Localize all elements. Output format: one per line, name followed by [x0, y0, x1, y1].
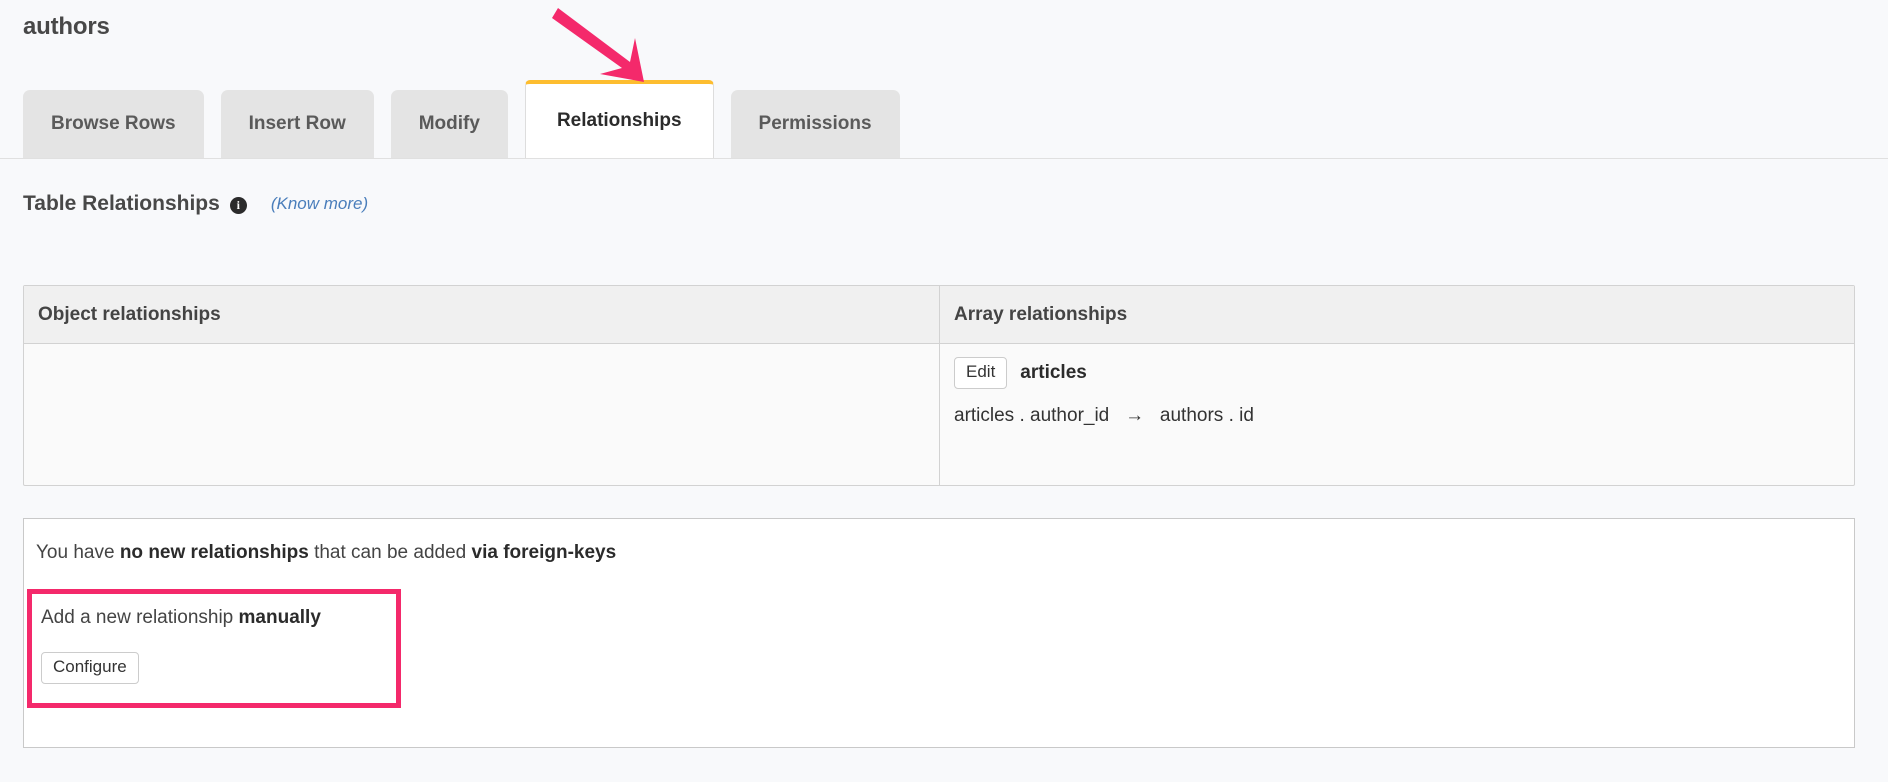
tab-insert-row[interactable]: Insert Row	[221, 90, 374, 158]
foreign-key-note: You have no new relationships that can b…	[36, 542, 616, 564]
tab-label: Modify	[419, 113, 480, 135]
column-header-array-relationships: Array relationships	[940, 286, 1854, 343]
fk-note-bold-no-new-relationships: no new relationships	[120, 542, 309, 563]
relationship-entry-header: Edit articles	[954, 357, 1840, 389]
know-more-link[interactable]: (Know more)	[271, 194, 368, 214]
edit-relationship-button[interactable]: Edit	[954, 357, 1007, 389]
relationship-mapping: articles . author_id → authors . id	[954, 405, 1840, 427]
relationship-name: articles	[1020, 362, 1087, 384]
fk-note-bold-via-foreign-keys: via foreign-keys	[472, 542, 617, 563]
table-row: Edit articles articles . author_id → aut…	[24, 344, 1854, 485]
tab-modify[interactable]: Modify	[391, 90, 508, 158]
annotation-arrow-icon	[540, 0, 660, 90]
configure-button[interactable]: Configure	[41, 652, 139, 684]
tab-label: Permissions	[759, 113, 872, 135]
section-title: Table Relationships	[23, 192, 220, 216]
object-relationships-cell	[24, 344, 940, 485]
tab-relationships[interactable]: Relationships	[525, 80, 714, 158]
add-relationship-manually-highlight: Add a new relationship manually Configur…	[27, 589, 401, 708]
page-title: authors	[23, 13, 110, 41]
table-header-row: Object relationships Array relationships	[24, 286, 1854, 344]
manual-label-bold: manually	[239, 607, 321, 628]
manual-label-prefix: Add a new relationship	[41, 607, 239, 628]
column-header-label: Array relationships	[954, 304, 1127, 326]
tab-label: Browse Rows	[51, 113, 176, 135]
tab-permissions[interactable]: Permissions	[731, 90, 900, 158]
tab-label: Relationships	[557, 110, 682, 132]
info-icon[interactable]: i	[230, 197, 247, 214]
relationships-table: Object relationships Array relationships…	[23, 285, 1855, 486]
tab-label: Insert Row	[249, 113, 346, 135]
relationship-suggestions-panel: You have no new relationships that can b…	[23, 518, 1855, 748]
tab-browse-rows[interactable]: Browse Rows	[23, 90, 204, 158]
section-header: Table Relationships i (Know more)	[23, 192, 368, 216]
add-relationship-manually-label: Add a new relationship manually	[41, 607, 321, 629]
fk-note-prefix: You have	[36, 542, 120, 563]
column-header-label: Object relationships	[38, 304, 221, 326]
array-relationships-cell: Edit articles articles . author_id → aut…	[940, 344, 1854, 485]
fk-note-middle: that can be added	[309, 542, 472, 563]
tab-strip-divider	[0, 158, 1888, 159]
tab-strip: Browse Rows Insert Row Modify Relationsh…	[23, 80, 900, 158]
column-header-object-relationships: Object relationships	[24, 286, 940, 343]
